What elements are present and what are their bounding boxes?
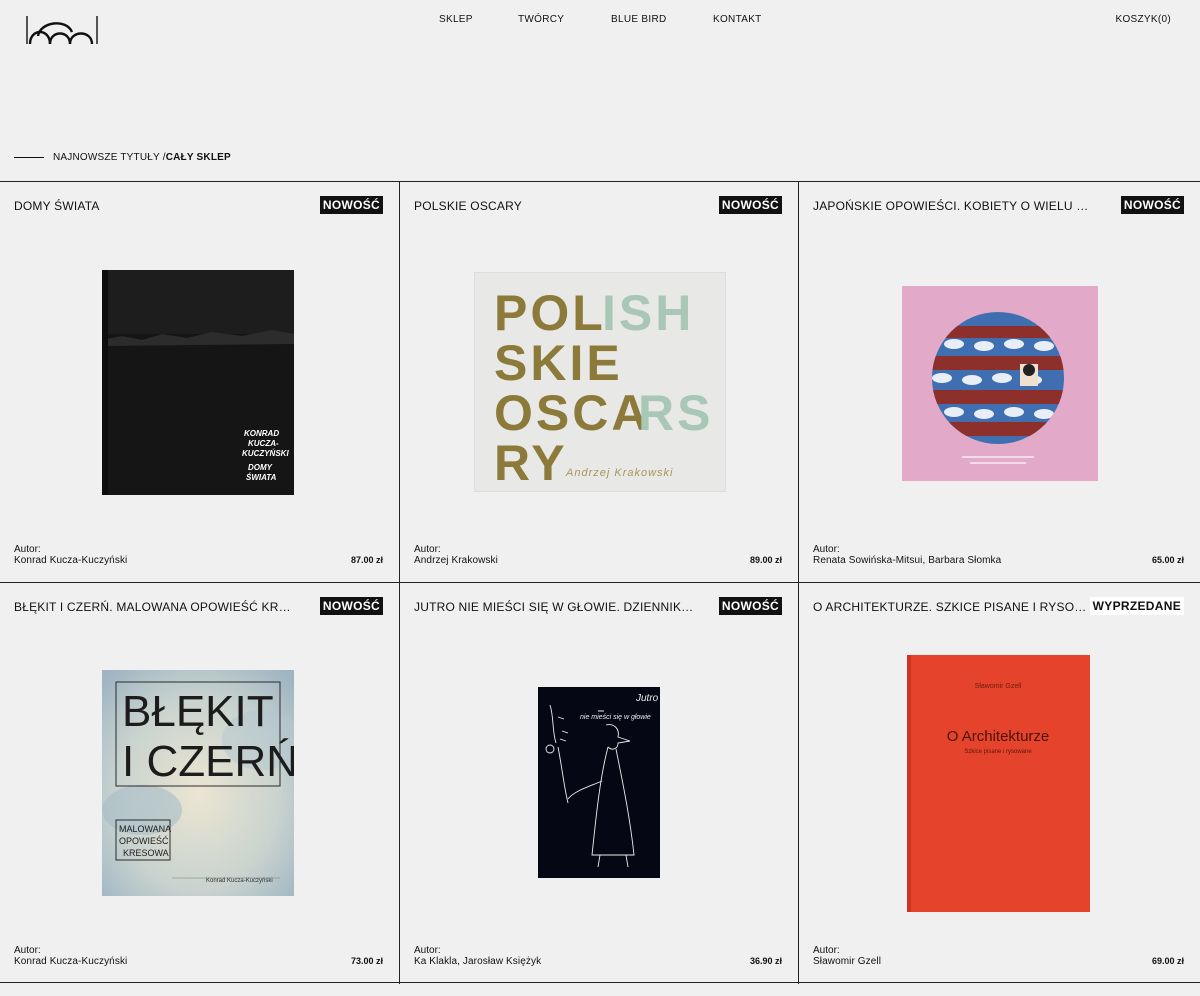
product-title[interactable]: POLSKIE OSCARY bbox=[414, 199, 714, 213]
cover-text: RY bbox=[494, 435, 568, 491]
product-grid: DOMY ŚWIATA NOWOŚĆ KONRAD KUCZA- KUCZYŃS… bbox=[0, 181, 1200, 984]
product-card[interactable]: POLSKIE OSCARY NOWOŚĆ POL ISH SKIE OSCA … bbox=[400, 182, 799, 583]
product-title[interactable]: O ARCHITEKTURZE. SZKICE PISANE I RYSOWAN… bbox=[813, 600, 1095, 614]
cart-link[interactable]: KOSZYK(0) bbox=[1116, 14, 1172, 25]
cover-text: BŁĘKIT bbox=[122, 687, 274, 736]
product-card[interactable]: O ARCHITEKTURZE. SZKICE PISANE I RYSOWAN… bbox=[799, 583, 1200, 984]
product-card[interactable]: JUTRO NIE MIEŚCI SIĘ W GŁOWIE. DZIENNIKI… bbox=[400, 583, 799, 984]
product-card[interactable]: DOMY ŚWIATA NOWOŚĆ KONRAD KUCZA- KUCZYŃS… bbox=[0, 182, 400, 583]
author-label: Autor: bbox=[414, 544, 441, 555]
product-price: 65.00 zł bbox=[1151, 555, 1184, 565]
author-name: Ka Klakla, Jarosław Księżyk bbox=[414, 956, 542, 967]
author-label: Autor: bbox=[14, 544, 41, 555]
product-card[interactable]: JAPOŃSKIE OPOWIEŚCI. KOBIETY O WIELU OBL… bbox=[799, 182, 1200, 583]
author-label: Autor: bbox=[414, 945, 441, 956]
cover-text: Szkice pisane i rysowane bbox=[964, 749, 1032, 755]
book-cover-image[interactable] bbox=[902, 286, 1098, 481]
cover-text: Sławomir Gzell bbox=[975, 683, 1022, 690]
nav-item-sklep[interactable]: SKLEP bbox=[439, 14, 473, 25]
book-cover-image[interactable]: Sławomir Gzell O Architekturze Szkice pi… bbox=[907, 655, 1090, 912]
author-label: Autor: bbox=[813, 544, 840, 555]
cover-text: ŚWIATA bbox=[246, 473, 277, 482]
cover-text: MALOWANA bbox=[119, 824, 171, 834]
cover-text: I CZERŃ bbox=[122, 737, 294, 786]
author-name: Konrad Kucza-Kuczyński bbox=[14, 555, 128, 566]
new-badge: NOWOŚĆ bbox=[1120, 196, 1184, 214]
cover-text: OPOWIEŚĆ bbox=[119, 835, 169, 846]
product-price: 87.00 zł bbox=[350, 555, 383, 565]
nav-item-tworcy[interactable]: TWÓRCY bbox=[518, 14, 564, 25]
cover-text: OSCA bbox=[494, 385, 650, 441]
cover-text: DOMY bbox=[248, 463, 273, 472]
author-name: Sławomir Gzell bbox=[813, 956, 882, 967]
new-badge: NOWOŚĆ bbox=[319, 597, 383, 615]
author-label: Autor: bbox=[14, 945, 41, 956]
product-price: 69.00 zł bbox=[1151, 956, 1184, 966]
author-name: Andrzej Krakowski bbox=[414, 555, 498, 566]
product-price: 73.00 zł bbox=[350, 956, 383, 966]
product-title[interactable]: BŁĘKIT I CZERŃ. MALOWANA OPOWIEŚĆ KRESOW… bbox=[14, 600, 294, 614]
cover-text: ISH bbox=[602, 285, 694, 341]
cover-text: POL bbox=[494, 285, 606, 341]
author-label: Autor: bbox=[813, 945, 840, 956]
book-cover-image[interactable]: KONRAD KUCZA- KUCZYŃSKI DOMY ŚWIATA bbox=[102, 270, 294, 495]
product-title[interactable]: JAPOŃSKIE OPOWIEŚCI. KOBIETY O WIELU OBL… bbox=[813, 199, 1093, 213]
cover-text: Jutro bbox=[635, 693, 659, 704]
product-card[interactable]: BŁĘKIT I CZERŃ. MALOWANA OPOWIEŚĆ KRESOW… bbox=[0, 583, 400, 984]
nav-item-blue-bird[interactable]: BLUE BIRD bbox=[611, 14, 667, 25]
new-badge: NOWOŚĆ bbox=[718, 196, 782, 214]
product-price: 36.90 zł bbox=[749, 956, 782, 966]
breadcrumb-divider bbox=[14, 157, 44, 158]
author-name: Renata Sowińska-Mitsui, Barbara Słomka bbox=[813, 555, 1002, 566]
cover-signature: Andrzej Krakowski bbox=[565, 467, 673, 479]
breadcrumb: NAJNOWSZE TYTUŁY / CAŁY SKLEP bbox=[14, 152, 231, 163]
main-nav: SKLEP TWÓRCY BLUE BIRD KONTAKT bbox=[0, 14, 1200, 28]
cover-text: KRESOWA bbox=[123, 848, 169, 858]
nav-item-kontakt[interactable]: KONTAKT bbox=[713, 14, 762, 25]
book-cover-image[interactable]: POL ISH SKIE OSCA RS RY Andrzej Krakowsk… bbox=[474, 272, 726, 492]
cover-text: nie mieści się w głowie bbox=[580, 714, 651, 721]
cover-text: SKIE bbox=[494, 335, 623, 391]
product-title[interactable]: JUTRO NIE MIEŚCI SIĘ W GŁOWIE. DZIENNIKI… bbox=[414, 600, 694, 614]
book-cover-image[interactable]: Jutro nie mieści się w głowie bbox=[538, 687, 660, 878]
sold-out-badge: WYPRZEDANE bbox=[1089, 597, 1184, 615]
product-price: 89.00 zł bbox=[749, 555, 782, 565]
cover-text: O Architekturze bbox=[947, 728, 1050, 745]
cover-text: Konrad Kucza-Kuczyński bbox=[206, 878, 273, 884]
new-badge: NOWOŚĆ bbox=[718, 597, 782, 615]
cover-text: RS bbox=[638, 385, 713, 441]
book-cover-image[interactable]: BŁĘKIT I CZERŃ MALOWANA OPOWIEŚĆ KRESOWA… bbox=[102, 670, 294, 896]
product-title[interactable]: DOMY ŚWIATA bbox=[14, 199, 314, 213]
cover-text: KUCZYŃSKI bbox=[242, 449, 289, 458]
new-badge: NOWOŚĆ bbox=[319, 196, 383, 214]
cover-text: KUCZA- bbox=[248, 439, 279, 448]
breadcrumb-current: CAŁY SKLEP bbox=[165, 152, 231, 163]
breadcrumb-link-newest[interactable]: NAJNOWSZE TYTUŁY / bbox=[53, 152, 166, 163]
cover-text: KONRAD bbox=[244, 429, 279, 438]
author-name: Konrad Kucza-Kuczyński bbox=[14, 956, 128, 967]
